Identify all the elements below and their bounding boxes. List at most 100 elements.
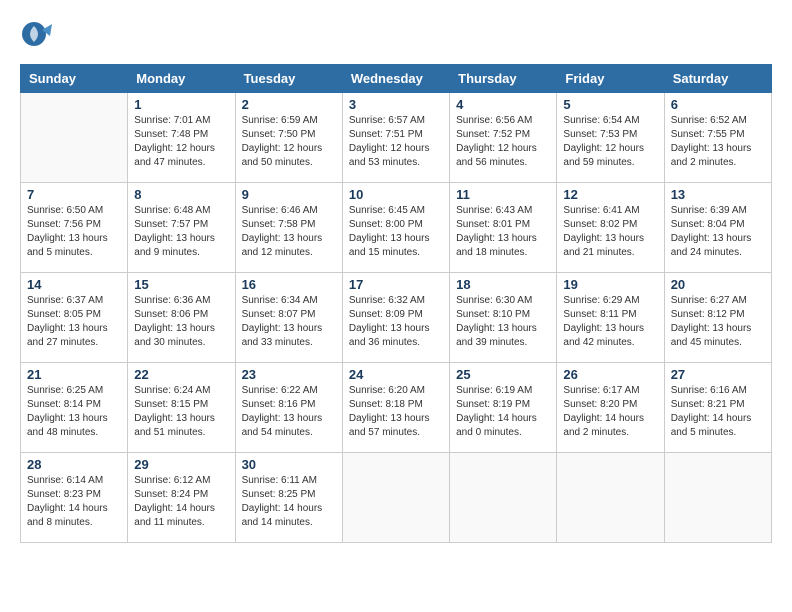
weekday-header-wednesday: Wednesday <box>342 65 449 93</box>
calendar-cell: 23 Sunrise: 6:22 AM Sunset: 8:16 PM Dayli… <box>235 363 342 453</box>
day-info: Sunrise: 6:16 AM Sunset: 8:21 PM Dayligh… <box>671 384 765 440</box>
calendar-week-5: 28 Sunrise: 6:14 AM Sunset: 8:23 PM Dayli… <box>21 453 772 543</box>
day-info: Sunrise: 6:12 AM Sunset: 8:24 PM Dayligh… <box>134 474 228 530</box>
calendar-week-1: 1 Sunrise: 7:01 AM Sunset: 7:48 PM Daylig… <box>21 93 772 183</box>
day-info: Sunrise: 6:48 AM Sunset: 7:57 PM Dayligh… <box>134 204 228 260</box>
day-number: 18 <box>456 277 550 292</box>
weekday-header-saturday: Saturday <box>664 65 771 93</box>
day-number: 12 <box>563 187 657 202</box>
calendar-cell: 21 Sunrise: 6:25 AM Sunset: 8:14 PM Dayli… <box>21 363 128 453</box>
day-info: Sunrise: 6:43 AM Sunset: 8:01 PM Dayligh… <box>456 204 550 260</box>
day-number: 11 <box>456 187 550 202</box>
calendar-week-2: 7 Sunrise: 6:50 AM Sunset: 7:56 PM Daylig… <box>21 183 772 273</box>
calendar-cell: 15 Sunrise: 6:36 AM Sunset: 8:06 PM Dayli… <box>128 273 235 363</box>
day-number: 4 <box>456 97 550 112</box>
calendar-cell: 22Sunrise: 6:24 AM Sunset: 8:15 PM Dayli… <box>128 363 235 453</box>
day-number: 17 <box>349 277 443 292</box>
day-info: Sunrise: 6:45 AM Sunset: 8:00 PM Dayligh… <box>349 204 443 260</box>
calendar-week-4: 21 Sunrise: 6:25 AM Sunset: 8:14 PM Dayli… <box>21 363 772 453</box>
day-info: Sunrise: 6:41 AM Sunset: 8:02 PM Dayligh… <box>563 204 657 260</box>
day-number: 23 <box>242 367 336 382</box>
day-info: Sunrise: 6:20 AM Sunset: 8:18 PM Dayligh… <box>349 384 443 440</box>
day-number: 30 <box>242 457 336 472</box>
calendar-cell: 8 Sunrise: 6:48 AM Sunset: 7:57 PM Daylig… <box>128 183 235 273</box>
calendar-cell: 1 Sunrise: 7:01 AM Sunset: 7:48 PM Daylig… <box>128 93 235 183</box>
calendar-cell: 6 Sunrise: 6:52 AM Sunset: 7:55 PM Daylig… <box>664 93 771 183</box>
day-info: Sunrise: 6:52 AM Sunset: 7:55 PM Dayligh… <box>671 114 765 170</box>
day-info: Sunrise: 6:59 AM Sunset: 7:50 PM Dayligh… <box>242 114 336 170</box>
day-info: Sunrise: 6:17 AM Sunset: 8:20 PM Dayligh… <box>563 384 657 440</box>
calendar-cell: 25Sunrise: 6:19 AM Sunset: 8:19 PM Dayli… <box>450 363 557 453</box>
calendar-cell: 11 Sunrise: 6:43 AM Sunset: 8:01 PM Dayli… <box>450 183 557 273</box>
day-number: 6 <box>671 97 765 112</box>
day-info: Sunrise: 6:39 AM Sunset: 8:04 PM Dayligh… <box>671 204 765 260</box>
calendar-cell: 17 Sunrise: 6:32 AM Sunset: 8:09 PM Dayli… <box>342 273 449 363</box>
day-info: Sunrise: 6:50 AM Sunset: 7:56 PM Dayligh… <box>27 204 121 260</box>
day-info: Sunrise: 6:37 AM Sunset: 8:05 PM Dayligh… <box>27 294 121 350</box>
calendar-cell: 3 Sunrise: 6:57 AM Sunset: 7:51 PM Daylig… <box>342 93 449 183</box>
calendar-cell <box>21 93 128 183</box>
day-number: 14 <box>27 277 121 292</box>
day-number: 19 <box>563 277 657 292</box>
weekday-header-tuesday: Tuesday <box>235 65 342 93</box>
calendar-cell: 29 Sunrise: 6:12 AM Sunset: 8:24 PM Dayli… <box>128 453 235 543</box>
day-info: Sunrise: 6:34 AM Sunset: 8:07 PM Dayligh… <box>242 294 336 350</box>
calendar-week-3: 14 Sunrise: 6:37 AM Sunset: 8:05 PM Dayli… <box>21 273 772 363</box>
calendar-header-row: SundayMondayTuesdayWednesdayThursdayFrid… <box>21 65 772 93</box>
calendar-cell: 7 Sunrise: 6:50 AM Sunset: 7:56 PM Daylig… <box>21 183 128 273</box>
calendar-cell: 18 Sunrise: 6:30 AM Sunset: 8:10 PM Dayli… <box>450 273 557 363</box>
day-number: 16 <box>242 277 336 292</box>
calendar-cell: 9 Sunrise: 6:46 AM Sunset: 7:58 PM Daylig… <box>235 183 342 273</box>
day-number: 29 <box>134 457 228 472</box>
day-number: 7 <box>27 187 121 202</box>
day-info: Sunrise: 6:14 AM Sunset: 8:23 PM Dayligh… <box>27 474 121 530</box>
day-number: 5 <box>563 97 657 112</box>
calendar-cell <box>664 453 771 543</box>
day-info: Sunrise: 6:54 AM Sunset: 7:53 PM Dayligh… <box>563 114 657 170</box>
weekday-header-sunday: Sunday <box>21 65 128 93</box>
day-number: 8 <box>134 187 228 202</box>
calendar-cell: 13 Sunrise: 6:39 AM Sunset: 8:04 PM Dayli… <box>664 183 771 273</box>
day-number: 28 <box>27 457 121 472</box>
page-header <box>20 20 772 56</box>
weekday-header-thursday: Thursday <box>450 65 557 93</box>
logo <box>20 20 60 56</box>
day-info: Sunrise: 6:57 AM Sunset: 7:51 PM Dayligh… <box>349 114 443 170</box>
day-number: 1 <box>134 97 228 112</box>
day-info: Sunrise: 6:30 AM Sunset: 8:10 PM Dayligh… <box>456 294 550 350</box>
calendar-cell: 5 Sunrise: 6:54 AM Sunset: 7:53 PM Daylig… <box>557 93 664 183</box>
day-number: 26 <box>563 367 657 382</box>
day-number: 10 <box>349 187 443 202</box>
calendar-cell <box>557 453 664 543</box>
calendar-cell: 19 Sunrise: 6:29 AM Sunset: 8:11 PM Dayli… <box>557 273 664 363</box>
day-number: 3 <box>349 97 443 112</box>
calendar-cell: 30 Sunrise: 6:11 AM Sunset: 8:25 PM Dayli… <box>235 453 342 543</box>
day-number: 22 <box>134 367 228 382</box>
calendar-cell: 26 Sunrise: 6:17 AM Sunset: 8:20 PM Dayli… <box>557 363 664 453</box>
weekday-header-monday: Monday <box>128 65 235 93</box>
calendar-cell: 28 Sunrise: 6:14 AM Sunset: 8:23 PM Dayli… <box>21 453 128 543</box>
day-info: Sunrise: 6:46 AM Sunset: 7:58 PM Dayligh… <box>242 204 336 260</box>
calendar-cell: 16 Sunrise: 6:34 AM Sunset: 8:07 PM Dayli… <box>235 273 342 363</box>
calendar-table: SundayMondayTuesdayWednesdayThursdayFrid… <box>20 64 772 543</box>
weekday-header-friday: Friday <box>557 65 664 93</box>
day-info: Sunrise: 6:19 AM Sunset: 8:19 PM Dayligh… <box>456 384 550 440</box>
calendar-cell: 12 Sunrise: 6:41 AM Sunset: 8:02 PM Dayli… <box>557 183 664 273</box>
day-info: Sunrise: 6:11 AM Sunset: 8:25 PM Dayligh… <box>242 474 336 530</box>
day-number: 21 <box>27 367 121 382</box>
day-info: Sunrise: 6:32 AM Sunset: 8:09 PM Dayligh… <box>349 294 443 350</box>
day-number: 13 <box>671 187 765 202</box>
day-info: Sunrise: 7:01 AM Sunset: 7:48 PM Dayligh… <box>134 114 228 170</box>
day-info: Sunrise: 6:22 AM Sunset: 8:16 PM Dayligh… <box>242 384 336 440</box>
day-info: Sunrise: 6:29 AM Sunset: 8:11 PM Dayligh… <box>563 294 657 350</box>
day-info: Sunrise: 6:36 AM Sunset: 8:06 PM Dayligh… <box>134 294 228 350</box>
day-number: 24 <box>349 367 443 382</box>
day-number: 27 <box>671 367 765 382</box>
calendar-cell: 14 Sunrise: 6:37 AM Sunset: 8:05 PM Dayli… <box>21 273 128 363</box>
calendar-cell: 4Sunrise: 6:56 AM Sunset: 7:52 PM Daylig… <box>450 93 557 183</box>
day-number: 9 <box>242 187 336 202</box>
calendar-cell <box>342 453 449 543</box>
day-number: 15 <box>134 277 228 292</box>
logo-icon <box>20 20 56 56</box>
day-info: Sunrise: 6:25 AM Sunset: 8:14 PM Dayligh… <box>27 384 121 440</box>
